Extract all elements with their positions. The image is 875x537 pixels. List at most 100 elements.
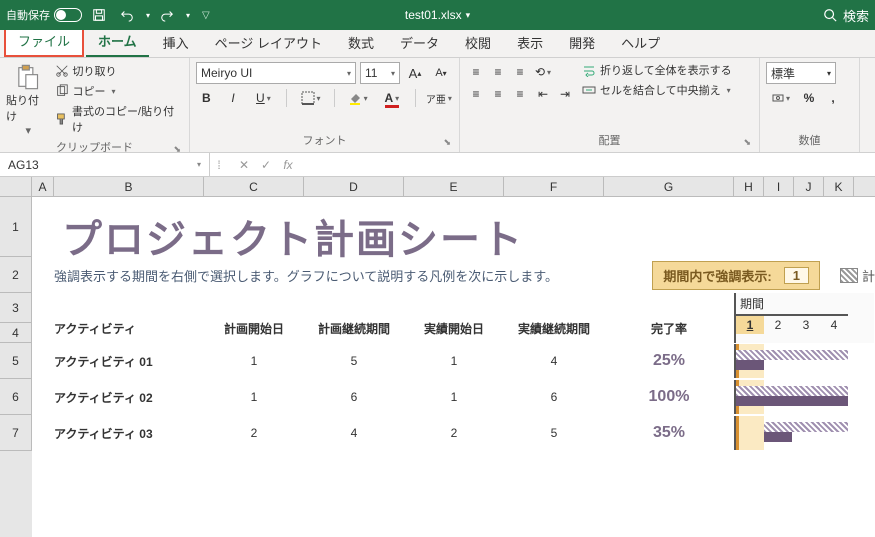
plan-start: 1 — [204, 354, 304, 368]
col-header[interactable]: G — [604, 177, 734, 196]
col-header[interactable]: B — [54, 177, 204, 196]
fill-color-button[interactable]: ▾ — [344, 88, 372, 108]
align-top-icon[interactable]: ≡ — [466, 62, 486, 82]
orientation-button[interactable]: ⟲▾ — [532, 62, 554, 82]
enter-formula-icon[interactable]: ✓ — [256, 158, 276, 172]
tab-view[interactable]: 表示 — [505, 27, 555, 57]
row-header[interactable]: 3 — [0, 293, 32, 323]
phonetic-button[interactable]: ア亜▾ — [425, 88, 453, 108]
plan-dur: 4 — [304, 426, 404, 440]
font-size-combo[interactable]: 11▾ — [360, 62, 400, 84]
italic-button[interactable]: I — [223, 88, 244, 108]
align-center-icon[interactable]: ≡ — [488, 84, 508, 104]
tab-formulas[interactable]: 数式 — [336, 27, 386, 57]
increase-indent-icon[interactable]: ⇥ — [554, 84, 576, 104]
col-header[interactable]: C — [204, 177, 304, 196]
period-num[interactable]: 4 — [820, 314, 848, 334]
decrease-indent-icon[interactable]: ⇤ — [532, 84, 554, 104]
number-format-combo[interactable]: 標準▾ — [766, 62, 836, 84]
save-icon[interactable] — [88, 4, 110, 26]
col-header[interactable]: A — [32, 177, 54, 196]
autosave-toggle[interactable]: 自動保存 — [6, 7, 82, 23]
tab-help[interactable]: ヘルプ — [609, 27, 672, 57]
col-header[interactable]: J — [794, 177, 824, 196]
col-act-dur: 実績継続期間 — [504, 320, 604, 337]
gantt-cell — [792, 416, 820, 450]
period-num[interactable]: 3 — [792, 314, 820, 334]
col-header[interactable]: D — [304, 177, 404, 196]
col-header[interactable]: I — [764, 177, 794, 196]
decrease-font-icon[interactable]: A▾ — [430, 63, 452, 83]
row-header[interactable]: 5 — [0, 343, 32, 379]
increase-font-icon[interactable]: A▴ — [404, 63, 426, 83]
sheet-subtitle: 強調表示する期間を右側で選択します。グラフについて説明する凡例を次に示します。 — [54, 266, 614, 285]
fx-icon[interactable]: fx — [278, 158, 298, 172]
activity-name: アクティビティ 01 — [54, 353, 204, 370]
align-left-icon[interactable]: ≡ — [466, 84, 486, 104]
bold-button[interactable]: B — [196, 88, 217, 108]
font-color-button[interactable]: A▾ — [378, 88, 406, 108]
underline-button[interactable]: U▾ — [249, 88, 277, 108]
merge-center-button[interactable]: セルを結合して中央揃え▾ — [582, 82, 732, 98]
gantt-cell — [764, 416, 792, 450]
redo-icon[interactable] — [156, 4, 178, 26]
col-header[interactable]: K — [824, 177, 854, 196]
select-all-corner[interactable] — [0, 177, 32, 196]
paste-button[interactable]: 貼り付け ▾ — [6, 62, 49, 137]
gantt-cell — [792, 344, 820, 378]
highlight-period-value[interactable]: 1 — [784, 267, 809, 284]
period-num[interactable]: 1 — [736, 314, 764, 334]
col-activity: アクティビティ — [54, 320, 204, 337]
ribbon-tabs: ファイル ホーム 挿入 ページ レイアウト 数式 データ 校閲 表示 開発 ヘル… — [0, 30, 875, 58]
act-start: 1 — [404, 390, 504, 404]
tab-data[interactable]: データ — [388, 27, 451, 57]
row-headers: 1234567 — [0, 197, 32, 537]
pct-complete: 25% — [604, 352, 734, 370]
tab-developer[interactable]: 開発 — [557, 27, 607, 57]
undo-icon[interactable] — [116, 4, 138, 26]
wrap-text-button[interactable]: 折り返して全体を表示する — [582, 62, 732, 78]
align-bottom-icon[interactable]: ≡ — [510, 62, 530, 82]
worksheet-cells[interactable]: プロジェクト計画シート 強調表示する期間を右側で選択します。グラフについて説明す… — [32, 197, 875, 537]
col-header[interactable]: E — [404, 177, 504, 196]
act-dur: 6 — [504, 390, 604, 404]
row-header[interactable]: 6 — [0, 379, 32, 415]
copy-button[interactable]: コピー▾ — [53, 82, 183, 100]
group-clipboard-label: クリップボード⬊ — [6, 137, 183, 157]
row-header[interactable]: 4 — [0, 323, 32, 343]
format-painter-button[interactable]: 書式のコピー/貼り付け — [53, 102, 183, 136]
comma-button[interactable]: , — [822, 88, 844, 108]
gantt-cell — [764, 380, 792, 414]
row-header[interactable]: 1 — [0, 197, 32, 257]
font-name-combo[interactable]: Meiryo UI▾ — [196, 62, 356, 84]
tab-insert[interactable]: 挿入 — [151, 27, 201, 57]
period-num[interactable]: 2 — [764, 314, 792, 334]
activity-name: アクティビティ 03 — [54, 425, 204, 442]
cut-button[interactable]: 切り取り — [53, 62, 183, 80]
tab-review[interactable]: 校閲 — [453, 27, 503, 57]
row-header[interactable]: 2 — [0, 257, 32, 293]
act-dur: 4 — [504, 354, 604, 368]
col-pct: 完了率 — [604, 320, 734, 337]
currency-button[interactable]: ▾ — [766, 88, 796, 108]
gantt-cell — [736, 380, 764, 414]
borders-button[interactable]: ▾ — [296, 88, 324, 108]
tab-pagelayout[interactable]: ページ レイアウト — [203, 27, 334, 57]
row-header[interactable]: 7 — [0, 415, 32, 451]
cancel-formula-icon[interactable]: ✕ — [234, 158, 254, 172]
percent-button[interactable]: % — [798, 88, 820, 108]
col-plan-dur: 計画継続期間 — [304, 320, 404, 337]
activity-name: アクティビティ 02 — [54, 389, 204, 406]
align-middle-icon[interactable]: ≡ — [488, 62, 508, 82]
search-box[interactable]: 検索 — [823, 6, 869, 25]
plan-start: 2 — [204, 426, 304, 440]
plan-dur: 6 — [304, 390, 404, 404]
align-right-icon[interactable]: ≡ — [510, 84, 530, 104]
col-header[interactable]: H — [734, 177, 764, 196]
col-header[interactable]: F — [504, 177, 604, 196]
gantt-cell — [820, 380, 848, 414]
gantt-cell — [820, 416, 848, 450]
gantt-cell — [736, 416, 764, 450]
group-font-label: フォント⬊ — [196, 130, 453, 150]
sheet-title: プロジェクト計画シート — [54, 197, 524, 257]
